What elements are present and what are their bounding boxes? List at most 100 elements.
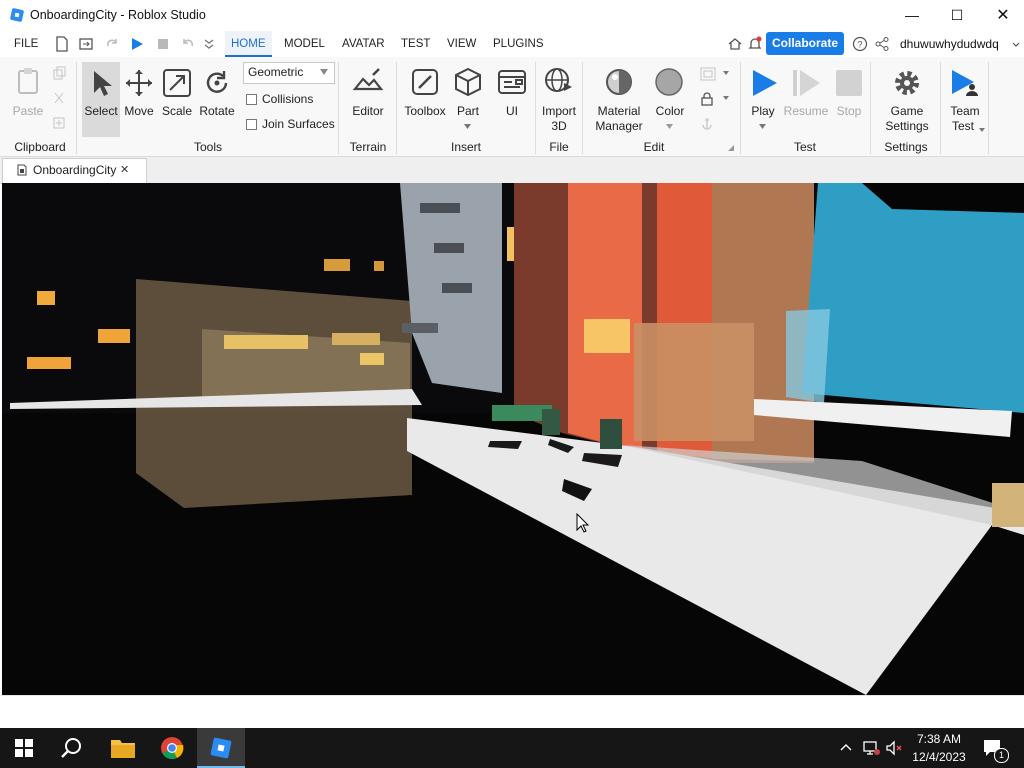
tab-view[interactable]: VIEW bbox=[447, 31, 476, 57]
move-arrows-icon bbox=[126, 70, 152, 96]
file-explorer-icon[interactable] bbox=[110, 737, 136, 759]
terrain-editor-icon bbox=[353, 68, 383, 91]
minimize-button[interactable]: — bbox=[889, 0, 935, 31]
group-dropdown-icon[interactable] bbox=[723, 71, 729, 75]
terrain-group-label: Terrain bbox=[349, 140, 387, 154]
username-label[interactable]: dhuwuwhydudwdq bbox=[900, 37, 999, 51]
color-button[interactable]: Color bbox=[648, 104, 692, 118]
account-dropdown-icon[interactable] bbox=[1012, 41, 1020, 49]
duplicate-icon[interactable] bbox=[52, 116, 66, 130]
ui-icon bbox=[498, 70, 526, 94]
scale-icon bbox=[163, 69, 191, 97]
ribbon-separator bbox=[870, 62, 871, 154]
chrome-icon[interactable] bbox=[160, 736, 184, 760]
resume-icon bbox=[793, 70, 820, 96]
roblox-studio-taskbar-icon bbox=[210, 737, 232, 759]
game-settings-button[interactable]: Game bbox=[878, 104, 936, 118]
undo-icon[interactable] bbox=[180, 36, 196, 52]
part-button[interactable]: Part bbox=[450, 104, 486, 118]
stop-icon bbox=[836, 70, 862, 96]
paste-button[interactable]: Paste bbox=[8, 104, 48, 118]
help-icon[interactable]: ? bbox=[852, 36, 868, 52]
material-manager-icon bbox=[606, 69, 632, 95]
cut-icon[interactable] bbox=[52, 91, 66, 105]
import-3d-button[interactable]: Import bbox=[537, 104, 581, 118]
tab-model[interactable]: MODEL bbox=[284, 31, 325, 57]
insert-group-label: Insert bbox=[450, 140, 481, 154]
copy-icon[interactable] bbox=[52, 66, 66, 80]
rotate-button[interactable]: Rotate bbox=[196, 104, 238, 118]
redo-icon[interactable] bbox=[104, 36, 120, 52]
collisions-label: Collisions bbox=[262, 92, 314, 106]
new-file-icon[interactable] bbox=[54, 36, 70, 52]
join-surfaces-checkbox[interactable] bbox=[246, 119, 257, 130]
windows-start-icon[interactable] bbox=[14, 738, 34, 758]
team-test-button[interactable]: Team bbox=[944, 104, 986, 118]
edit-expand-icon[interactable] bbox=[728, 145, 734, 151]
play-button[interactable]: Play bbox=[744, 104, 782, 118]
tab-plugins[interactable]: PLUGINS bbox=[493, 31, 544, 57]
tab-home[interactable]: HOME bbox=[225, 31, 272, 57]
home-icon[interactable] bbox=[727, 36, 743, 52]
resume-button[interactable]: Resume bbox=[782, 104, 830, 118]
play-dropdown-icon[interactable] bbox=[759, 124, 766, 129]
network-icon[interactable] bbox=[862, 740, 880, 756]
quick-access-dropdown-icon[interactable] bbox=[203, 36, 215, 52]
maximize-button[interactable]: ☐ bbox=[934, 0, 980, 31]
tray-chevron-up-icon[interactable] bbox=[840, 742, 852, 752]
import-3d-icon bbox=[545, 68, 572, 92]
material-manager-button[interactable]: Material bbox=[590, 104, 648, 118]
document-tab-label: OnboardingCity bbox=[33, 163, 117, 177]
taskbar-clock-date[interactable]: 12/4/2023 bbox=[908, 750, 970, 764]
move-button[interactable]: Move bbox=[120, 104, 158, 118]
chevron-down-icon bbox=[320, 69, 328, 75]
clipboard-group-label: Clipboard bbox=[14, 140, 66, 154]
transform-mode-value: Geometric bbox=[248, 65, 304, 79]
document-tab-close-icon[interactable]: ✕ bbox=[120, 163, 129, 176]
close-button[interactable]: ✕ bbox=[980, 0, 1024, 31]
taskbar-clock-time[interactable]: 7:38 AM bbox=[916, 732, 962, 746]
stop-button[interactable]: Stop bbox=[830, 104, 868, 118]
ribbon-separator bbox=[76, 62, 77, 154]
anchor-icon[interactable] bbox=[700, 116, 714, 130]
mouse-cursor-icon bbox=[576, 513, 590, 533]
open-file-icon[interactable] bbox=[78, 36, 94, 52]
window-title: OnboardingCity - Roblox Studio bbox=[30, 8, 206, 22]
notifications-bell-icon[interactable] bbox=[747, 36, 763, 52]
terrain-editor-button[interactable]: Editor bbox=[345, 104, 391, 118]
3d-viewport[interactable] bbox=[2, 183, 1024, 695]
material-manager-label-line2: Manager bbox=[595, 119, 643, 133]
toolbox-button[interactable]: Toolbox bbox=[400, 104, 450, 118]
collaborate-button[interactable]: Collaborate bbox=[766, 32, 844, 55]
lock-dropdown-icon[interactable] bbox=[723, 96, 729, 100]
quick-play-icon[interactable] bbox=[129, 36, 145, 52]
color-swatch-icon bbox=[655, 68, 683, 96]
part-dropdown-icon[interactable] bbox=[464, 124, 471, 129]
tab-avatar[interactable]: AVATAR bbox=[342, 31, 385, 57]
team-test-label-line2: Test bbox=[951, 119, 974, 133]
volume-muted-icon[interactable] bbox=[885, 740, 903, 756]
color-dropdown-icon[interactable] bbox=[666, 124, 673, 129]
select-cursor-icon bbox=[94, 71, 112, 96]
team-test-dropdown-icon[interactable] bbox=[979, 128, 985, 132]
tab-test[interactable]: TEST bbox=[401, 31, 430, 57]
import-3d-label-line2: 3D bbox=[551, 119, 567, 133]
rotate-icon bbox=[206, 71, 228, 93]
group-icon[interactable] bbox=[700, 67, 716, 81]
lock-icon[interactable] bbox=[700, 92, 714, 106]
quick-stop-icon[interactable] bbox=[155, 36, 171, 52]
collisions-checkbox[interactable] bbox=[246, 94, 257, 105]
ribbon-separator bbox=[740, 62, 741, 154]
game-settings-label-line2: Settings bbox=[885, 119, 929, 133]
status-bar bbox=[0, 695, 1024, 729]
ribbon-separator bbox=[396, 62, 397, 154]
ui-button[interactable]: UI bbox=[494, 104, 530, 118]
scale-button[interactable]: Scale bbox=[157, 104, 197, 118]
play-icon bbox=[753, 70, 777, 96]
file-group-label: File bbox=[549, 140, 569, 154]
part-cube-icon bbox=[455, 67, 481, 97]
paste-icon[interactable] bbox=[14, 66, 44, 96]
file-menu[interactable]: FILE bbox=[14, 31, 38, 57]
share-icon[interactable] bbox=[874, 36, 890, 52]
search-icon[interactable] bbox=[60, 736, 84, 760]
